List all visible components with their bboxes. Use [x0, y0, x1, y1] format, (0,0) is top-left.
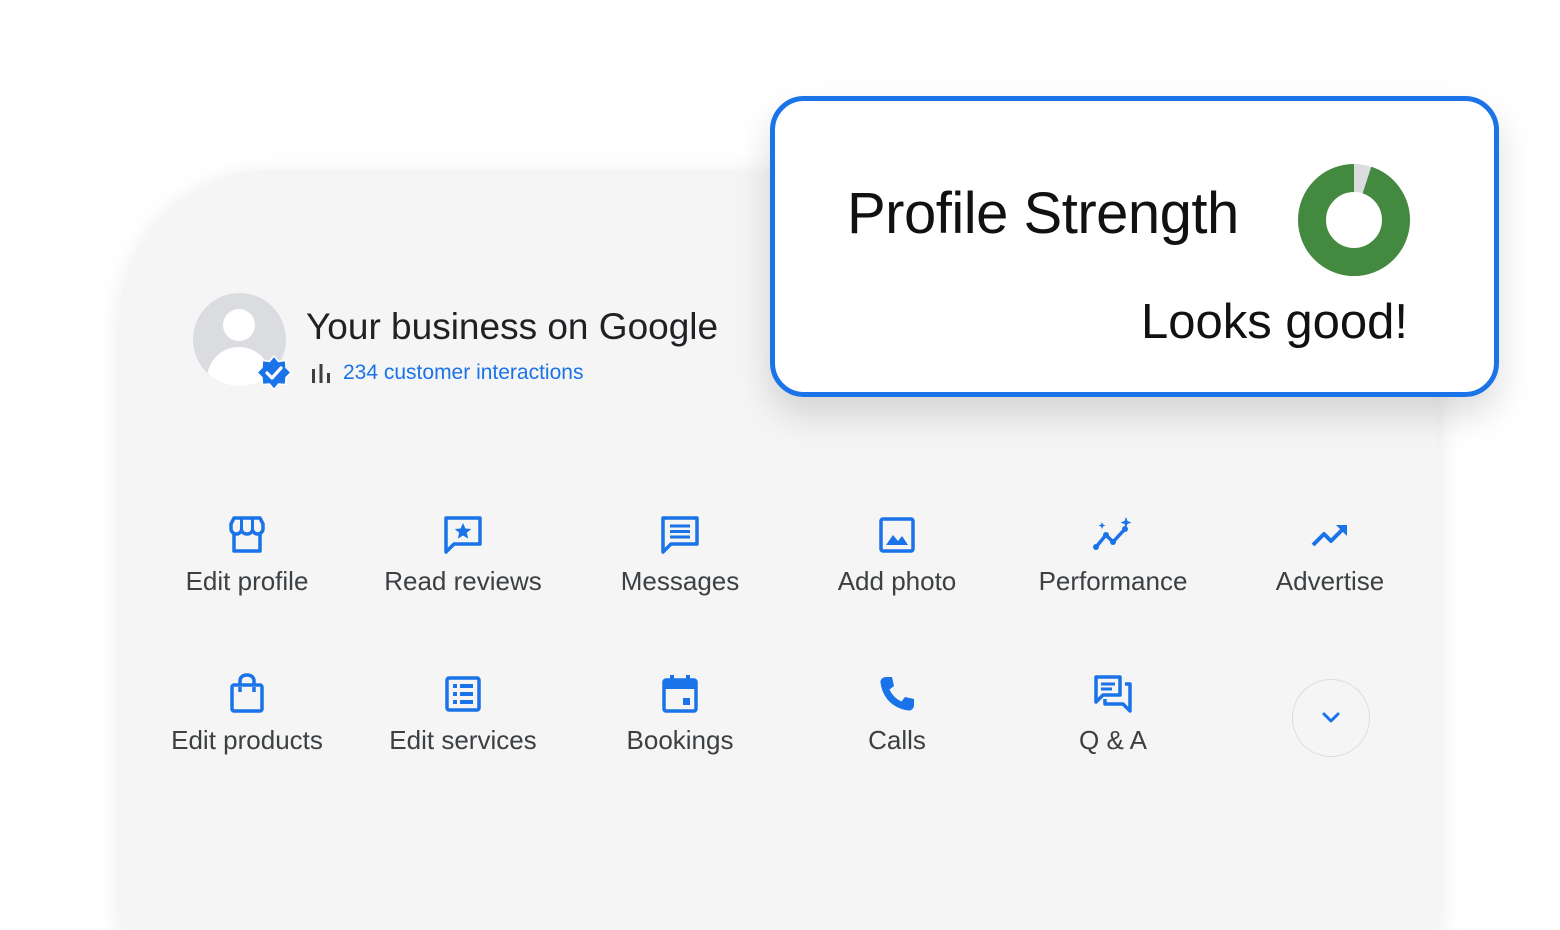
action-label: Performance — [1038, 566, 1188, 596]
action-label: Q & A — [1079, 725, 1147, 755]
profile-strength-status: Looks good! — [1141, 295, 1408, 349]
photo-icon — [879, 517, 915, 553]
q-and-a-button[interactable]: Q & A — [1005, 673, 1221, 756]
insights-icon — [1093, 517, 1132, 550]
verified-badge-icon — [256, 355, 292, 391]
messages-button[interactable]: Messages — [572, 514, 788, 597]
action-label: Read reviews — [384, 566, 542, 596]
shopping-bag-icon — [230, 673, 264, 713]
action-label: Advertise — [1275, 566, 1385, 596]
message-icon — [661, 516, 699, 554]
action-label: Edit products — [171, 725, 323, 755]
forum-icon — [1094, 675, 1132, 713]
chevron-down-icon — [1322, 712, 1340, 723]
add-photo-button[interactable]: Add photo — [789, 514, 1005, 597]
profile-strength-meter — [1298, 164, 1410, 276]
storefront-icon — [229, 516, 265, 553]
trending-up-icon — [1311, 525, 1347, 547]
expand-more-button[interactable] — [1292, 679, 1370, 757]
read-reviews-button[interactable]: Read reviews — [355, 514, 571, 597]
action-label: Edit profile — [185, 566, 309, 596]
edit-products-button[interactable]: Edit products — [139, 673, 355, 756]
edit-services-button[interactable]: Edit services — [355, 673, 571, 756]
phone-icon — [880, 677, 914, 711]
performance-button[interactable]: Performance — [1005, 514, 1221, 597]
action-label: Calls — [868, 725, 926, 755]
action-label: Edit services — [389, 725, 537, 755]
calls-button[interactable]: Calls — [789, 673, 1005, 756]
edit-profile-button[interactable]: Edit profile — [139, 514, 355, 597]
calendar-icon — [662, 675, 698, 713]
review-star-icon — [444, 516, 482, 554]
action-label: Messages — [620, 566, 740, 596]
interactions-label: 234 customer interactions — [343, 361, 584, 384]
action-label: Add photo — [837, 566, 957, 596]
bookings-button[interactable]: Bookings — [572, 673, 788, 756]
business-title: Your business on Google — [306, 306, 719, 347]
profile-strength-title: Profile Strength — [847, 181, 1239, 246]
interactions-link[interactable]: 234 customer interactions — [309, 361, 583, 385]
action-label: Bookings — [626, 725, 734, 755]
bar-chart-icon — [312, 364, 330, 383]
list-icon — [445, 676, 481, 712]
advertise-button[interactable]: Advertise — [1222, 514, 1438, 597]
